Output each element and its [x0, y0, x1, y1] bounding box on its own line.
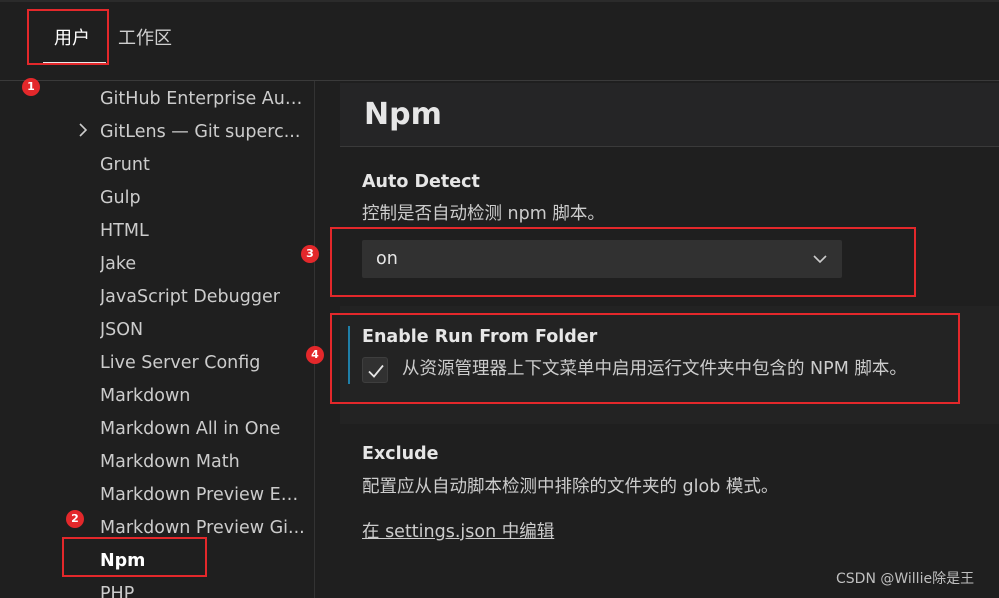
sidebar-item-markdown-math[interactable]: Markdown Math	[100, 448, 308, 476]
exclude-description: 配置应从自动脚本检测中排除的文件夹的 glob 模式。	[362, 477, 779, 497]
annotation-badge-2: 2	[66, 510, 84, 528]
sidebar-item-markdown-all-in-one[interactable]: Markdown All in One	[100, 415, 308, 443]
sidebar-item-live-server[interactable]: Live Server Config	[100, 349, 308, 377]
sidebar-item-php[interactable]: PHP	[100, 580, 308, 598]
annotation-box-auto-detect	[330, 227, 916, 297]
annotation-badge-3: 3	[301, 245, 319, 263]
settings-toc-sidebar: GitHub Enterprise Aut... GitLens — Git s…	[0, 81, 314, 598]
sidebar-item-javascript-debugger[interactable]: JavaScript Debugger	[100, 283, 308, 311]
chevron-right-icon[interactable]	[76, 121, 90, 139]
sidebar-item-gulp[interactable]: Gulp	[100, 184, 308, 212]
edit-in-settings-json-link[interactable]: 在 settings.json 中编辑	[362, 521, 554, 543]
sidebar-item-grunt[interactable]: Grunt	[100, 151, 308, 179]
annotation-box-user-tab	[27, 9, 109, 65]
auto-detect-description: 控制是否自动检测 npm 脚本。	[362, 204, 605, 224]
annotation-box-run-from-folder	[330, 313, 960, 404]
sidebar-item-github-enterprise[interactable]: GitHub Enterprise Aut...	[100, 85, 308, 113]
top-bar: 用户 工作区	[0, 0, 999, 80]
sidebar-item-markdown-preview-enhanced[interactable]: Markdown Preview En...	[100, 481, 308, 509]
top-edge	[0, 0, 999, 2]
sidebar-item-jake[interactable]: Jake	[100, 250, 308, 278]
exclude-title: Exclude	[362, 444, 439, 464]
sidebar-item-gitlens[interactable]: GitLens — Git superc...	[100, 118, 308, 146]
watermark: CSDN @Willie除是王	[836, 571, 975, 587]
sidebar-item-html[interactable]: HTML	[100, 217, 308, 245]
annotation-box-npm-item	[62, 537, 207, 577]
annotation-badge-4: 4	[306, 346, 324, 364]
sidebar-item-markdown[interactable]: Markdown	[100, 382, 308, 410]
section-header-divider	[340, 146, 999, 147]
sidebar-item-json[interactable]: JSON	[100, 316, 308, 344]
page-title: Npm	[364, 97, 442, 132]
auto-detect-title: Auto Detect	[362, 172, 480, 192]
annotation-badge-1: 1	[22, 78, 40, 96]
tab-workspace[interactable]: 工作区	[118, 28, 172, 50]
